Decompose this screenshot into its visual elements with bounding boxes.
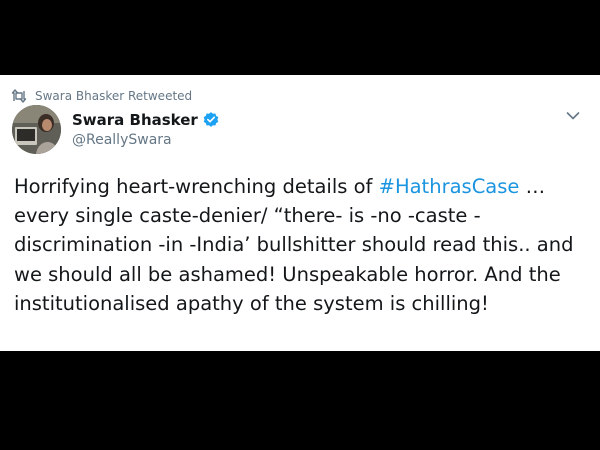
retweet-icon [11,89,27,103]
retweet-label[interactable]: Swara Bhasker Retweeted [35,89,192,103]
hashtag-link[interactable]: #HathrasCase [379,175,520,198]
avatar[interactable] [12,105,61,154]
name-row: Swara Bhasker [72,109,220,131]
screenshot-frame: Swara Bhasker Retweeted Swara Bhasker @R… [0,0,600,450]
tweet-text: Horrifying heart-wrenching details of #H… [14,172,594,318]
display-name[interactable]: Swara Bhasker [72,111,198,129]
tweet-text-intro: Horrifying heart-wrenching details of [14,175,379,198]
user-handle[interactable]: @ReallySwara [72,132,220,148]
tweet-author: Swara Bhasker @ReallySwara [72,109,220,148]
chevron-down-icon[interactable] [566,111,580,121]
tweet-card: Swara Bhasker Retweeted Swara Bhasker @R… [0,75,600,351]
retweet-context: Swara Bhasker Retweeted [11,88,192,104]
verified-badge-icon [202,111,220,129]
